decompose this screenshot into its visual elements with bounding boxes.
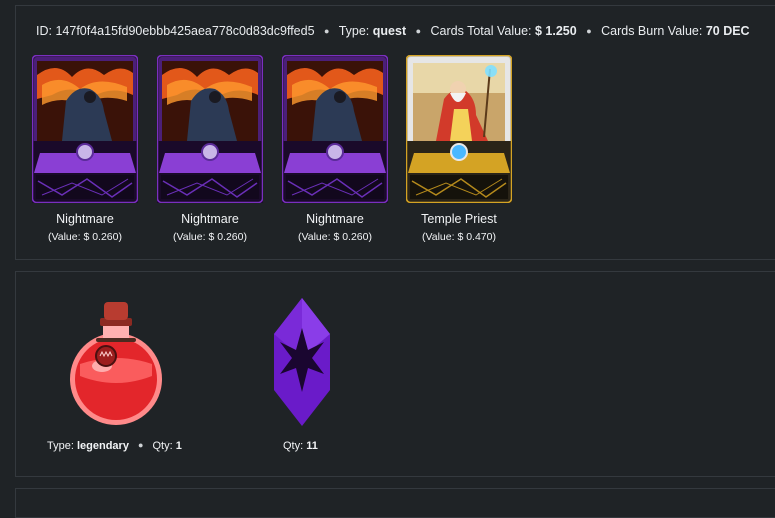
burn-value: 70 DEC — [705, 24, 750, 38]
reward-cards-panel: ID: 147f0f4a15fd90ebbb425aea778c0d83dc9f… — [15, 5, 775, 260]
total-value-label: Cards Total Value: — [430, 24, 532, 38]
item-type-label: Type: — [47, 440, 74, 452]
card-name: Nightmare — [56, 212, 114, 226]
card-value: (Value: $ 0.260) — [298, 231, 372, 243]
type-label: Type: — [338, 24, 370, 38]
item-qty-label: Qty: — [283, 440, 304, 452]
separator-dot: ● — [324, 26, 330, 36]
nightmare-card-art — [32, 55, 138, 203]
card-name: Nightmare — [181, 212, 239, 226]
card-value: (Value: $ 0.260) — [48, 231, 122, 243]
total-value: $ 1.250 — [534, 24, 577, 38]
crystal-item[interactable] — [272, 298, 332, 426]
id-label: ID: — [36, 24, 52, 38]
card-value: (Value: $ 0.260) — [173, 231, 247, 243]
crystal-caption: Qty: 11 — [283, 440, 318, 452]
burn-value-label: Cards Burn Value: — [601, 24, 703, 38]
card-value: (Value: $ 0.470) — [422, 231, 496, 243]
temple-priest-card-art — [406, 55, 512, 203]
separator-dot: ● — [415, 26, 422, 36]
potion-icon — [70, 302, 162, 425]
item-qty-value: 11 — [306, 440, 318, 452]
item-qty-label: Qty: — [152, 440, 173, 452]
nightmare-card-art — [157, 55, 263, 203]
quest-summary-line: ID: 147f0f4a15fd90ebbb425aea778c0d83dc9f… — [36, 24, 750, 38]
item-type-value: legendary — [76, 440, 129, 452]
purple-crystal-icon — [274, 298, 330, 426]
card-name: Temple Priest — [421, 212, 497, 226]
potion-item[interactable] — [66, 294, 166, 434]
reward-items-panel: Type: legendary ● Qty: 1 Qty: 11 — [15, 271, 775, 477]
separator-dot: ● — [138, 440, 144, 450]
item-qty-value: 1 — [175, 440, 182, 452]
card-name: Nightmare — [306, 212, 364, 226]
type-value: quest — [372, 24, 407, 38]
separator-dot: ● — [586, 26, 592, 36]
next-panel — [15, 488, 775, 518]
potion-caption: Type: legendary ● Qty: 1 — [47, 440, 182, 452]
nightmare-card-art — [282, 55, 388, 203]
id-value: 147f0f4a15fd90ebbb425aea778c0d83dc9ffed5 — [55, 24, 315, 38]
